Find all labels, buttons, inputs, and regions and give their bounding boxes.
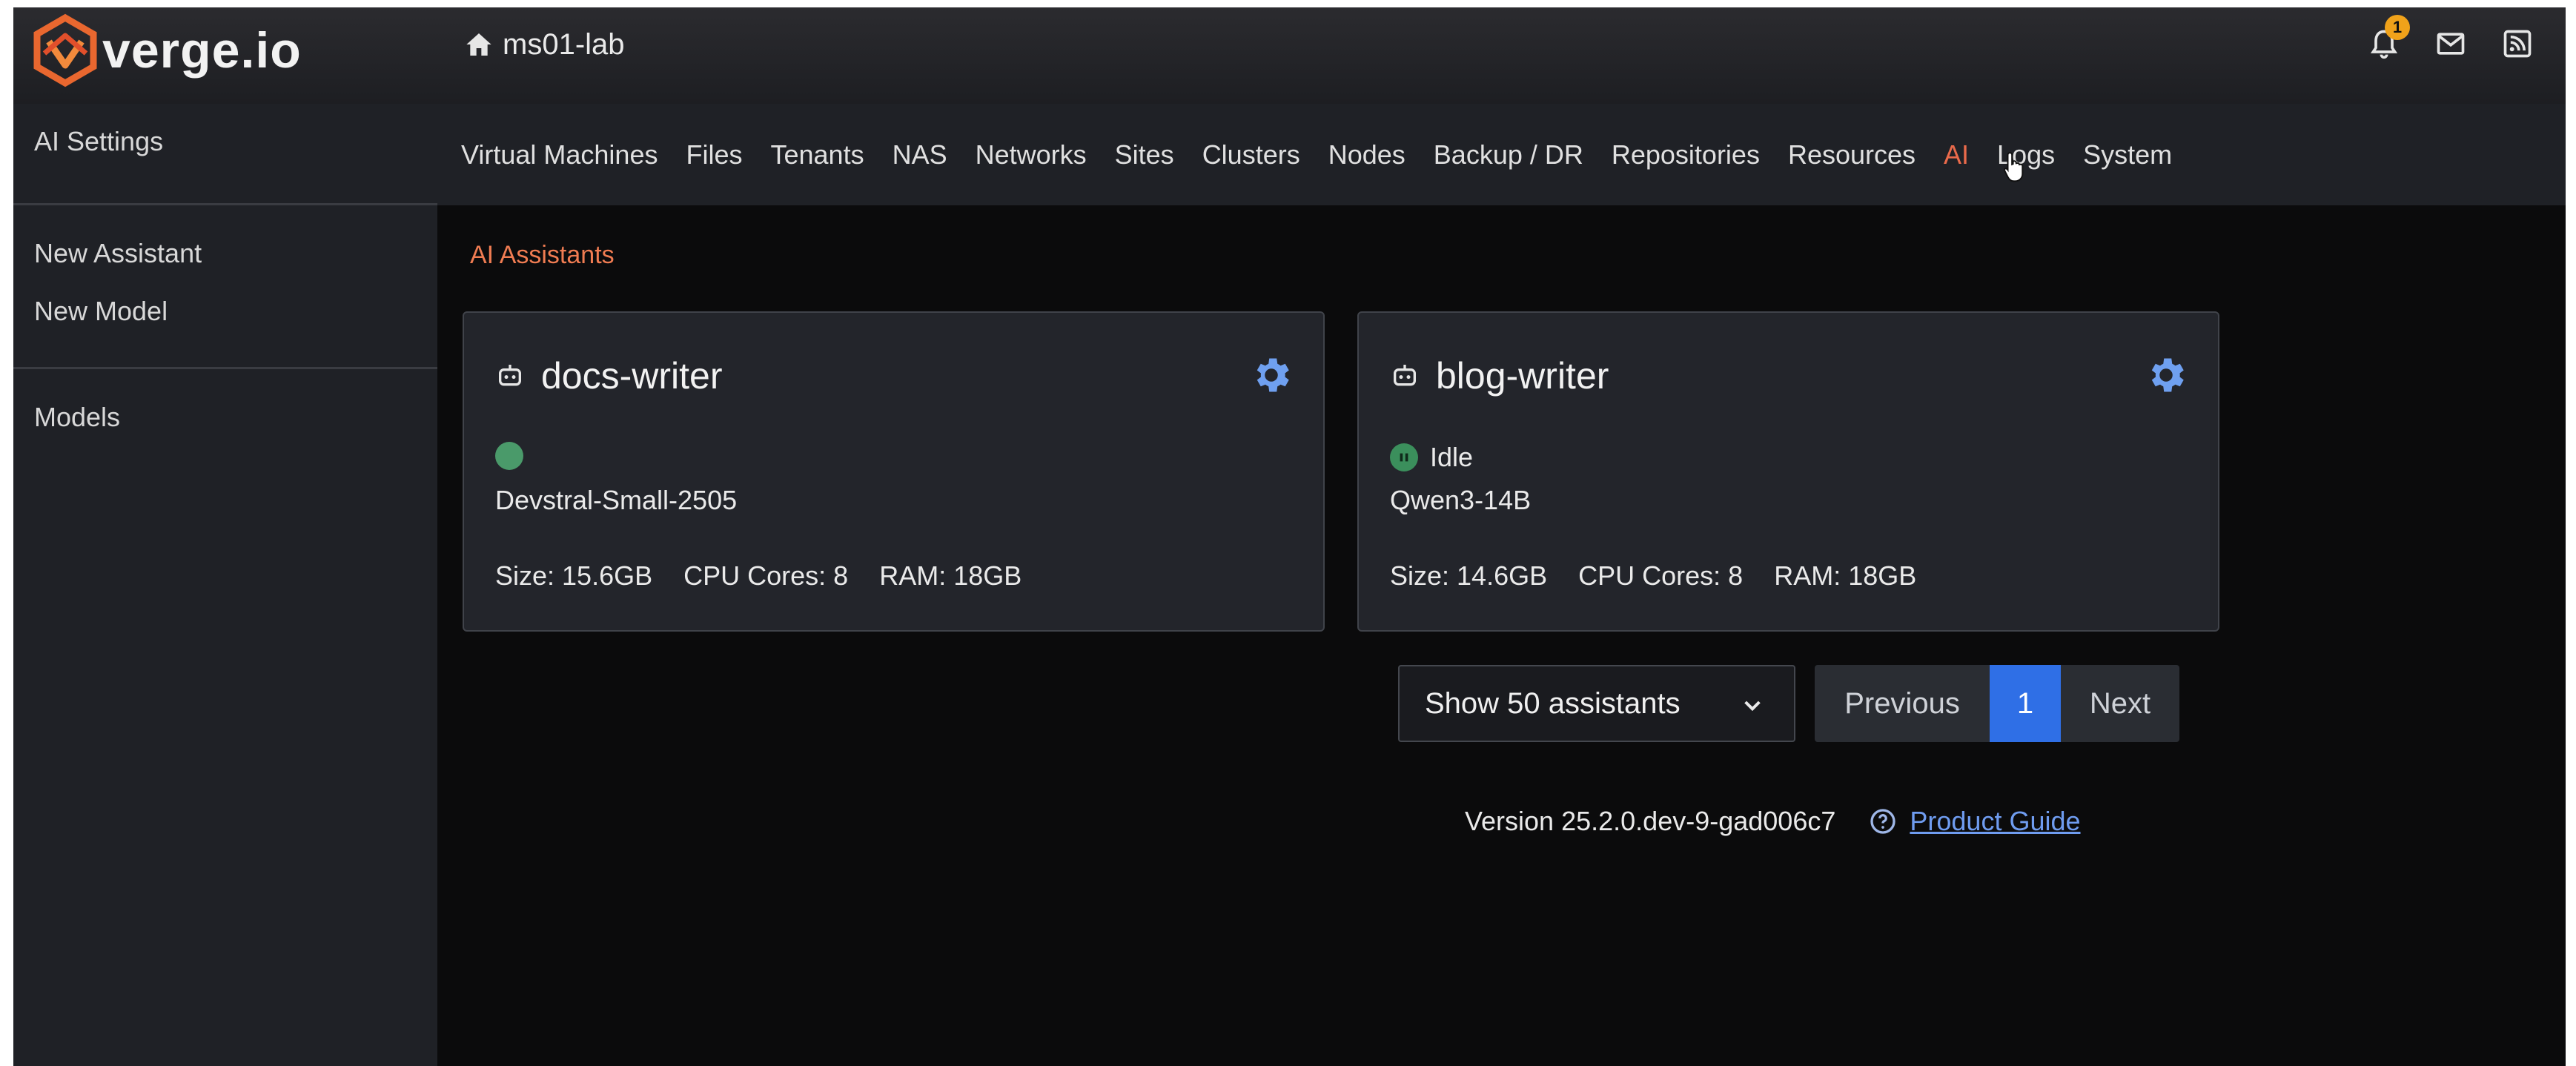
spec-cpu: CPU Cores: 8 xyxy=(1578,560,1744,591)
assistant-name[interactable]: blog-writer xyxy=(1436,354,1609,397)
feed-icon xyxy=(2503,30,2532,58)
screen-border-left xyxy=(0,0,13,1066)
help-icon xyxy=(1870,809,1896,834)
spec-size: Size: 15.6GB xyxy=(495,560,653,591)
nav-ai[interactable]: AI xyxy=(1944,139,1969,171)
nav-nas[interactable]: NAS xyxy=(893,139,947,171)
status-text: Idle xyxy=(1430,442,1474,472)
pause-icon xyxy=(1390,443,1418,471)
feed-button[interactable] xyxy=(2499,25,2536,62)
nav-system[interactable]: System xyxy=(2083,139,2172,171)
nav-repositories[interactable]: Repositories xyxy=(1612,139,1760,171)
site-name: ms01-lab xyxy=(503,27,625,61)
nav-virtual-machines[interactable]: Virtual Machines xyxy=(461,139,658,171)
nav-resources[interactable]: Resources xyxy=(1788,139,1916,171)
brand-logo[interactable]: verge.io xyxy=(28,13,302,87)
screen-border-top xyxy=(0,0,2576,7)
assistant-card[interactable]: docs-writer Devstral-Small-2505 Size: 15… xyxy=(463,311,1325,632)
next-page-button[interactable]: Next xyxy=(2061,665,2179,742)
spec-row: Size: 14.6GB CPU Cores: 8 RAM: 18GB xyxy=(1390,560,1947,592)
notification-badge: 1 xyxy=(2385,15,2410,40)
sidebar: AI Settings New Assistant New Model Mode… xyxy=(13,104,437,1066)
nav-tenants[interactable]: Tenants xyxy=(770,139,864,171)
card-header: blog-writer xyxy=(1390,354,1609,397)
gear-icon[interactable] xyxy=(1249,353,1294,397)
robot-icon xyxy=(1394,365,1416,386)
spec-size: Size: 14.6GB xyxy=(1390,560,1548,591)
status-row xyxy=(495,442,535,470)
status-row: Idle xyxy=(1390,442,1473,473)
model-name: Devstral-Small-2505 xyxy=(495,485,738,515)
assistant-name[interactable]: docs-writer xyxy=(541,354,722,397)
assistant-card[interactable]: blog-writer Idle Qwen3-14B Size: 14.6GB … xyxy=(1357,311,2219,632)
version-text: Version 25.2.0.dev-9-gad006c7 xyxy=(1465,806,1836,836)
current-page-button[interactable]: 1 xyxy=(1990,665,2061,742)
product-guide-link[interactable]: Product Guide xyxy=(1910,806,2080,837)
per-page-select[interactable]: Show 50 assistants xyxy=(1398,665,1795,742)
gear-icon[interactable] xyxy=(2144,353,2188,397)
card-header: docs-writer xyxy=(495,354,722,397)
app-window: verge.io ms01-lab 1 AI Settings New Assi… xyxy=(0,0,2576,1066)
nav-files[interactable]: Files xyxy=(686,139,742,171)
footer: Version 25.2.0.dev-9-gad006c7 Product Gu… xyxy=(1465,806,2081,837)
top-icons: 1 xyxy=(2365,15,2566,70)
spec-row: Size: 15.6GB CPU Cores: 8 RAM: 18GB xyxy=(495,560,1053,592)
sidebar-links: Models xyxy=(13,369,437,466)
sidebar-title: AI Settings xyxy=(34,126,164,156)
new-assistant-link[interactable]: New Assistant xyxy=(34,225,417,282)
home-icon xyxy=(466,33,491,56)
robot-icon xyxy=(499,365,521,386)
previous-page-button[interactable]: Previous xyxy=(1815,665,1990,742)
notifications-button[interactable]: 1 xyxy=(2365,15,2410,62)
main-nav: Virtual Machines Files Tenants NAS Netwo… xyxy=(437,104,2566,205)
top-bar: verge.io ms01-lab 1 xyxy=(13,7,2566,104)
messages-button[interactable] xyxy=(2432,25,2469,62)
mail-icon xyxy=(2437,33,2465,55)
chevron-down-icon xyxy=(1744,701,1761,712)
main-content: AI Assistants docs-writer Devstral-Small… xyxy=(437,205,2566,1066)
pointer-cursor-icon xyxy=(2003,152,2024,182)
new-model-link[interactable]: New Model xyxy=(34,282,417,340)
nav-clusters[interactable]: Clusters xyxy=(1202,139,1300,171)
nav-networks[interactable]: Networks xyxy=(976,139,1087,171)
pagination: Previous 1 Next xyxy=(1815,665,2179,742)
logo-text: verge.io xyxy=(102,22,302,79)
models-link[interactable]: Models xyxy=(34,388,417,446)
nav-nodes[interactable]: Nodes xyxy=(1328,139,1405,171)
per-page-label: Show 50 assistants xyxy=(1425,686,1681,720)
spec-ram: RAM: 18GB xyxy=(1774,560,1917,591)
screen-border-right xyxy=(2566,0,2576,1066)
nav-backup-dr[interactable]: Backup / DR xyxy=(1434,139,1583,171)
spec-cpu: CPU Cores: 8 xyxy=(683,560,849,591)
sidebar-actions: New Assistant New Model xyxy=(13,205,437,369)
nav-sites[interactable]: Sites xyxy=(1115,139,1174,171)
sidebar-header: AI Settings xyxy=(13,104,437,205)
spec-ram: RAM: 18GB xyxy=(879,560,1022,591)
status-dot xyxy=(495,442,523,470)
section-title: AI Assistants xyxy=(470,241,615,269)
model-name: Qwen3-14B xyxy=(1390,485,1532,515)
site-breadcrumb[interactable]: ms01-lab xyxy=(464,22,625,67)
verge-logo-icon xyxy=(33,13,97,87)
